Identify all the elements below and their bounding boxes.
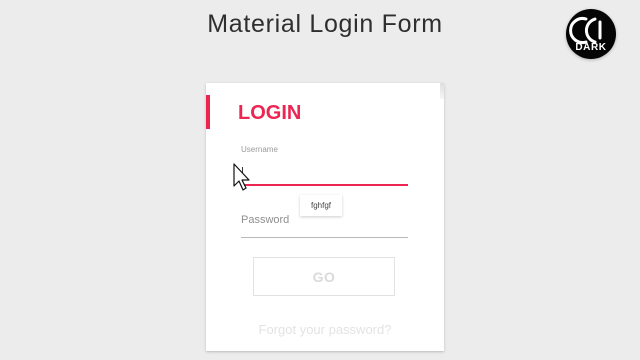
logo-text: DARK <box>575 42 607 53</box>
login-title: LOGIN <box>238 102 302 124</box>
page: Material Login Form DARK LOGIN Username … <box>0 0 640 360</box>
login-card: LOGIN Username Password fghfgf GO Forgot… <box>206 83 444 351</box>
autocomplete-suggestion[interactable]: fghfgf <box>300 195 342 216</box>
password-input[interactable] <box>241 216 408 238</box>
cc-dark-logo: DARK <box>566 9 616 59</box>
login-accent-bar <box>206 95 210 129</box>
card-edge <box>440 83 444 99</box>
go-button[interactable]: GO <box>253 257 395 296</box>
username-input[interactable] <box>241 160 408 186</box>
page-title: Material Login Form <box>207 10 443 38</box>
arrow-cursor-icon <box>233 163 250 191</box>
forgot-password-link[interactable]: Forgot your password? <box>206 322 444 337</box>
username-label: Username <box>241 145 278 154</box>
